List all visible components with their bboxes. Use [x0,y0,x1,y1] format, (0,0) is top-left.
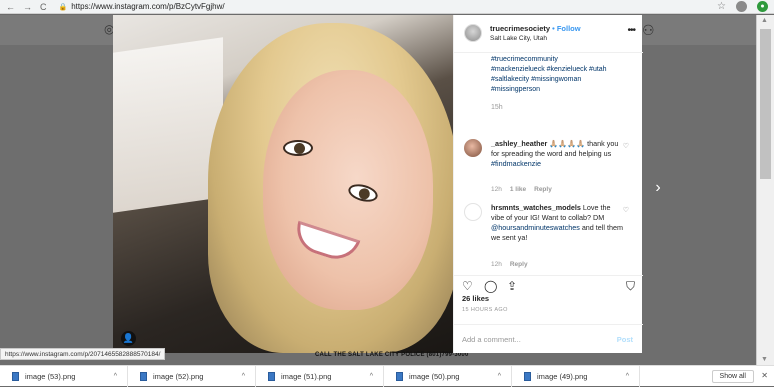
profile-icon: ⚇ [642,22,655,38]
file-icon [140,371,147,381]
commenter-username[interactable]: hrsmnts_watches_models [491,203,581,212]
scroll-down-icon[interactable]: ▼ [761,356,768,363]
file-icon [524,371,531,381]
download-item[interactable]: image (51).png ^ [256,365,384,387]
extension-icon[interactable]: ● [757,1,768,12]
comment-meta: 12h Reply [491,261,528,268]
hashtag-line[interactable]: #mackenzielueck #kenzielueck #utah [491,65,641,75]
download-item[interactable]: image (50).png ^ [384,365,512,387]
comment-meta: 12h 1 like Reply [491,186,552,193]
next-post-arrow-icon[interactable]: › [648,176,668,200]
author-name[interactable]: truecrimesociety [490,24,550,33]
more-options-icon[interactable]: ••• [627,25,635,36]
caption-time: 15h [491,104,503,111]
comment-text: hrsmnts_watches_models Love the vibe of … [491,203,623,243]
download-item[interactable]: image (52).png ^ [128,365,256,387]
post-panel: truecrimesociety • Follow Salt Lake City… [453,15,643,353]
post-location[interactable]: Salt Lake City, Utah [490,35,547,42]
like-heart-icon[interactable]: ♡ [462,280,473,292]
comment-time: 12h [491,261,502,268]
download-filename: image (52).png [153,371,204,381]
chevron-up-icon[interactable]: ^ [370,373,373,380]
address-bar[interactable]: https://www.instagram.com/p/BzCytvFgjhw/ [71,2,224,11]
download-item[interactable]: image (49).png ^ [512,365,640,387]
add-comment-input[interactable]: Add a comment... [462,335,521,344]
lock-icon: 🔒 [58,3,68,11]
post-timestamp: 15 HOURS AGO [462,307,508,313]
chevron-up-icon[interactable]: ^ [498,373,501,380]
show-all-button[interactable]: Show all [711,370,754,383]
nav-buttons: ← → C [0,2,47,12]
likes-count[interactable]: 26 likes [462,294,489,303]
browser-toolbar: ← → C 🔒 https://www.instagram.com/p/BzCy… [0,0,774,14]
commenter-avatar[interactable] [464,203,482,221]
tagged-users-icon[interactable]: 👤 [121,331,136,346]
comment-emoji: 🙏🏼🙏🏼🙏🏼🙏🏼 [549,139,586,148]
hashtag-line[interactable]: #missingperson [491,85,641,95]
chevron-up-icon[interactable]: ^ [626,373,629,380]
comment-text: _ashley_heather 🙏🏼🙏🏼🙏🏼🙏🏼 thank you for s… [491,139,623,169]
commenter-avatar[interactable] [464,139,482,157]
comment-like-icon[interactable]: ♡ [623,206,629,214]
car-window [113,37,223,213]
profile-avatar[interactable] [736,1,747,12]
post-header: truecrimesociety • Follow Salt Lake City… [454,15,643,53]
author-avatar[interactable] [464,24,482,42]
download-filename: image (50).png [409,371,460,381]
comment-bubble-icon[interactable]: ◯ [484,280,497,292]
photo-caption: CALL THE SALT LAKE CITY POLICE (801)799-… [315,352,469,358]
chevron-up-icon[interactable]: ^ [242,373,245,380]
comment-time: 12h [491,186,502,193]
chevron-up-icon[interactable]: ^ [114,373,117,380]
reload-button[interactable]: C [40,2,47,12]
post-photo[interactable]: 👤 [113,15,453,353]
reply-button[interactable]: Reply [510,261,528,268]
follow-button[interactable]: • Follow [552,24,580,33]
back-button[interactable]: ← [6,2,15,12]
close-icon[interactable]: ✕ [761,371,768,380]
comment-likes[interactable]: 1 like [510,186,526,193]
hashtag-line[interactable]: #truecrimecommunity [491,55,641,65]
commenter-username[interactable]: _ashley_heather [491,139,547,148]
file-icon [268,371,275,381]
author-username[interactable]: truecrimesociety • Follow [490,24,581,33]
reply-button[interactable]: Reply [534,186,552,193]
bookmark-star-icon[interactable]: ☆ [717,1,726,12]
page-scrollbar[interactable]: ▲ ▼ [756,15,774,365]
post-actions: ♡ ◯ ⇪ ⛉ [454,275,643,295]
scroll-up-icon[interactable]: ▲ [761,17,768,24]
download-filename: image (49).png [537,371,588,381]
download-item[interactable]: image (53).png ^ [0,365,128,387]
download-filename: image (51).png [281,371,332,381]
caption-hashtags: #truecrimecommunity #mackenzielueck #ken… [491,55,641,95]
share-icon[interactable]: ⇪ [507,280,517,292]
add-comment-bar: Add a comment... Post [454,324,643,353]
hashtag-line[interactable]: #saltlakecity #missingwoman [491,75,641,85]
download-filename: image (53).png [25,371,76,381]
post-comment-button[interactable]: Post [617,335,633,344]
link-status-bar: https://www.instagram.com/p/207146558288… [0,348,166,360]
comment-hashtag[interactable]: #findmackenzie [491,159,541,168]
comment-mention[interactable]: @hoursandminuteswatches [491,223,580,232]
file-icon [12,371,19,381]
left-eye [283,140,313,156]
forward-button[interactable]: → [23,2,32,12]
save-bookmark-icon[interactable]: ⛉ [626,280,635,292]
comment-like-icon[interactable]: ♡ [623,142,629,150]
file-icon [396,371,403,381]
comments-list[interactable]: #truecrimecommunity #mackenzielueck #ken… [454,53,643,275]
scrollbar-thumb[interactable] [760,29,771,179]
downloads-bar: image (53).png ^ image (52).png ^ image (5… [0,365,774,387]
